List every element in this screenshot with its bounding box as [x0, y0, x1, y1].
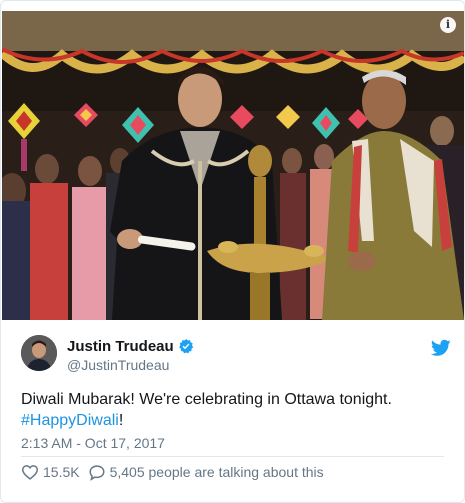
- tweet-timestamp[interactable]: 2:13 AM - Oct 17, 2017: [21, 435, 165, 451]
- comment-action[interactable]: 5,405 people are talking about this: [88, 464, 324, 481]
- avatar[interactable]: [21, 335, 57, 371]
- speech-bubble-icon: [89, 464, 105, 481]
- divider: [21, 456, 444, 457]
- embedded-tweet-card[interactable]: i Justin Trudeau @JustinTrudeau Diwali M…: [0, 0, 465, 503]
- like-count: 15.5K: [43, 464, 80, 480]
- diwali-lamp-lighting-photo: [2, 11, 464, 320]
- author-handle[interactable]: @JustinTrudeau: [67, 357, 169, 373]
- tweet-author[interactable]: Justin Trudeau @JustinTrudeau: [21, 335, 451, 373]
- comment-count-text: 5,405 people are talking about this: [109, 464, 324, 480]
- hashtag-link[interactable]: #HappyDiwali: [21, 412, 119, 429]
- info-icon[interactable]: i: [440, 17, 456, 33]
- like-action[interactable]: 15.5K: [21, 464, 80, 480]
- author-name[interactable]: Justin Trudeau: [67, 338, 194, 355]
- tweet-text: Diwali Mubarak! We're celebrating in Ott…: [21, 389, 446, 431]
- avatar-photo: [21, 335, 57, 371]
- tweet-text-body: Diwali Mubarak! We're celebrating in Ott…: [21, 391, 392, 408]
- tweet-actions: 15.5K 5,405 people are talking about thi…: [21, 462, 324, 482]
- author-name-text[interactable]: Justin Trudeau: [67, 338, 174, 355]
- tweet-text-end: !: [118, 412, 124, 429]
- verified-badge-icon: [178, 339, 193, 354]
- tweet-photo[interactable]: i: [2, 11, 464, 320]
- heart-icon: [21, 465, 39, 480]
- twitter-bird-icon[interactable]: [431, 339, 451, 357]
